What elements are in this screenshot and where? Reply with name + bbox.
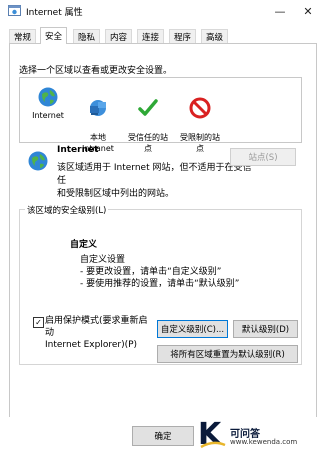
selected-zone-description: 该区域适用于 Internet 网站，但不适用于在受信任 和受限制区域中列出的网…	[57, 163, 252, 199]
zone-label: Internet	[32, 111, 64, 120]
security-level-line: - 要更改设置，请单击“自定义级别”	[80, 267, 222, 277]
tab-advanced[interactable]: 高级	[201, 29, 229, 44]
globe-icon	[28, 151, 48, 171]
zone-local-intranet[interactable]: 本地 Intranet	[70, 86, 126, 154]
selected-zone-name: Internet	[57, 145, 99, 155]
zone-internet[interactable]: Internet	[20, 86, 76, 121]
tab-security[interactable]: 安全	[40, 27, 68, 44]
security-level-line: - 要使用推荐的设置，请单击“默认级别”	[80, 279, 240, 289]
restricted-icon	[189, 97, 211, 119]
default-level-button[interactable]: 默认级别(D)	[233, 320, 298, 338]
watermark: K 可问答 www.kewenda.com	[196, 417, 312, 452]
security-level-group-label: 该区域的安全级别(L)	[25, 204, 109, 216]
tab-content[interactable]: 内容	[105, 29, 133, 44]
internet-options-icon	[8, 5, 21, 16]
security-level-line: 自定义设置	[80, 255, 126, 265]
close-button[interactable]: ✕	[296, 2, 320, 20]
sites-button[interactable]: 站点(S)	[230, 148, 296, 166]
security-level-description: 自定义设置 - 要更改设置，请单击“自定义级别” - 要使用推荐的设置，请单击“…	[80, 254, 239, 290]
tab-strip: 常规 安全 隐私 内容 连接 程序 高级	[9, 27, 315, 44]
minimize-button[interactable]: —	[268, 2, 292, 20]
checkmark-icon	[138, 99, 158, 116]
zone-label: 受信任的站 点	[128, 133, 168, 153]
tab-programs[interactable]: 程序	[169, 29, 197, 44]
zone-list: Internet 本地 Intranet 受信任的站 点 受限制的站 点	[19, 77, 302, 153]
ok-button[interactable]: 确定	[132, 426, 194, 446]
tab-privacy[interactable]: 隐私	[73, 29, 101, 44]
tab-general[interactable]: 常规	[9, 29, 37, 44]
window-title: Internet 属性	[26, 8, 83, 18]
tab-connections[interactable]: 连接	[137, 29, 165, 44]
zone-restricted-sites[interactable]: 受限制的站 点	[172, 86, 228, 154]
protected-mode-checkbox[interactable]: ✓	[33, 317, 44, 328]
watermark-swoosh-icon	[200, 441, 226, 449]
security-level-name: 自定义	[70, 240, 98, 250]
protected-mode-label[interactable]: 启用保护模式(要求重新启动 Internet Explorer)(P)	[45, 315, 155, 351]
zone-trusted-sites[interactable]: 受信任的站 点	[120, 86, 176, 154]
reset-all-zones-button[interactable]: 将所有区域重置为默认级别(R)	[157, 345, 298, 363]
watermark-url: www.kewenda.com	[230, 438, 298, 446]
custom-level-button[interactable]: 自定义级别(C)...	[157, 320, 228, 338]
zone-label: 受限制的站 点	[180, 133, 220, 153]
globe-icon	[38, 87, 58, 107]
zone-prompt: 选择一个区域以查看或更改安全设置。	[19, 66, 173, 76]
intranet-icon	[90, 100, 106, 116]
